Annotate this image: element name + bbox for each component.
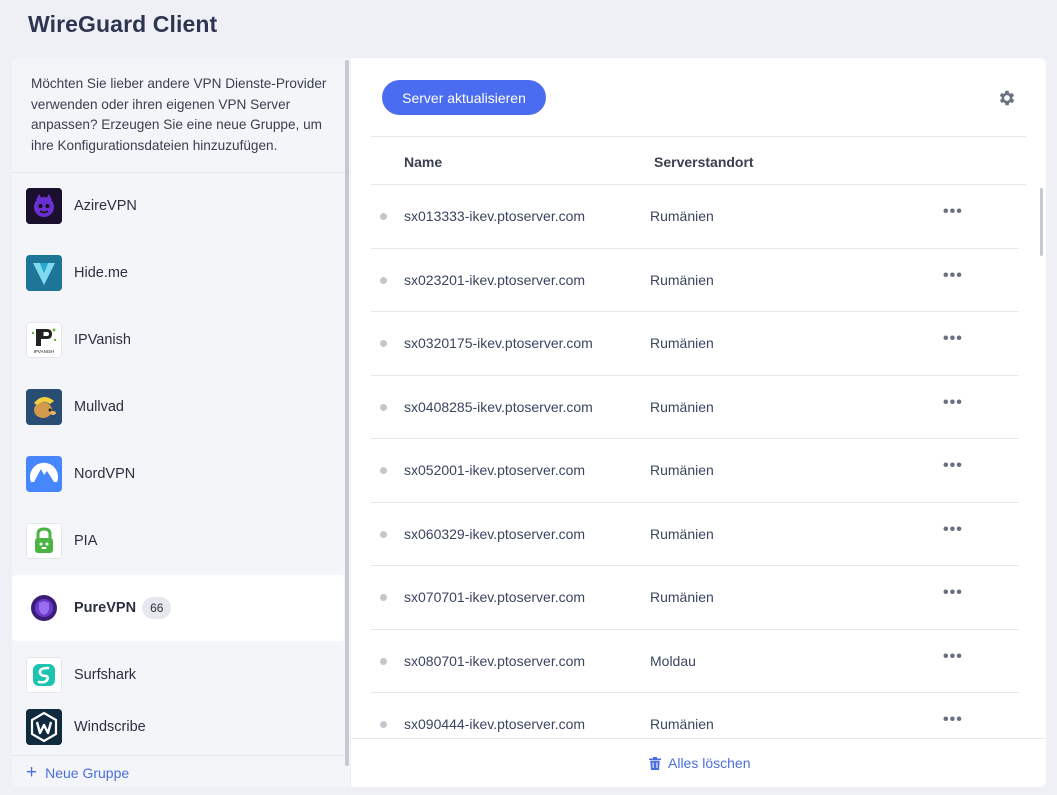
provider-item-azirevpn[interactable]: AzireVPN <box>12 173 344 239</box>
server-hostname: sx0320175-ikev.ptoserver.com <box>404 335 593 351</box>
windscribe-logo-icon <box>26 709 62 745</box>
column-header-location: Serverstandort <box>654 154 754 170</box>
sidebar-footer: + Neue Gruppe <box>12 755 344 787</box>
status-dot-icon <box>380 721 387 728</box>
table-row[interactable]: sx0320175-ikev.ptoserver.com Rumänien ••… <box>371 312 1019 376</box>
server-location: Moldau <box>650 652 696 669</box>
server-location: Rumänien <box>650 398 714 415</box>
server-count-badge: 66 <box>142 597 172 619</box>
main-footer: Alles löschen <box>351 738 1046 787</box>
trash-icon <box>649 756 661 770</box>
server-hostname: sx0408285-ikev.ptoserver.com <box>404 398 593 415</box>
server-hostname: sx060329-ikev.ptoserver.com <box>404 525 586 542</box>
provider-name: NordVPN <box>74 466 136 482</box>
status-dot-icon <box>380 276 387 284</box>
clear-all-label: Alles löschen <box>668 755 751 771</box>
table-row[interactable]: sx0408285-ikev.ptoserver.com Rumänien ••… <box>371 376 1019 439</box>
plus-icon: + <box>26 762 38 783</box>
more-options-icon[interactable]: ••• <box>943 648 963 666</box>
server-hostname: sx080701-ikev.ptoserver.com <box>404 652 586 669</box>
ipvanish-logo-icon: IPVANISH <box>26 322 62 358</box>
provider-item-ipvanish[interactable]: IPVANISH IPVanish <box>12 307 344 373</box>
table-row[interactable]: sx090444-ikev.ptoserver.com Rumänien ••• <box>371 693 1019 738</box>
surfshark-logo-icon <box>26 657 62 693</box>
server-table-header: Name Serverstandort <box>371 136 1026 185</box>
table-row[interactable]: sx080701-ikev.ptoserver.com Moldau ••• <box>371 630 1019 693</box>
provider-name: PIA <box>74 533 98 549</box>
status-dot-icon <box>380 657 387 665</box>
provider-item-hideme[interactable]: Hide.me <box>12 240 344 306</box>
provider-name: AzireVPN <box>74 198 137 214</box>
server-hostname: sx013333-ikev.ptoserver.com <box>404 208 586 224</box>
more-options-icon[interactable]: ••• <box>943 521 963 539</box>
more-options-icon[interactable]: ••• <box>943 330 963 348</box>
table-row[interactable]: sx070701-ikev.ptoserver.com Rumänien ••• <box>371 566 1019 630</box>
more-options-icon[interactable]: ••• <box>943 203 963 221</box>
table-row[interactable]: sx023201-ikev.ptoserver.com Rumänien ••• <box>371 249 1019 312</box>
column-header-name: Name <box>404 154 443 170</box>
ipvanish-logo-text: IPVANISH <box>34 349 55 354</box>
status-dot-icon <box>380 340 387 347</box>
sidebar: Möchten Sie lieber andere VPN Dienste-Pr… <box>12 58 350 787</box>
provider-name: Surfshark <box>74 667 137 683</box>
sidebar-intro-text: Möchten Sie lieber andere VPN Dienste-Pr… <box>12 58 350 173</box>
server-hostname: sx070701-ikev.ptoserver.com <box>404 589 586 605</box>
table-row[interactable]: sx013333-ikev.ptoserver.com Rumänien ••• <box>371 185 1019 249</box>
provider-name: Hide.me <box>74 265 128 281</box>
app-title: WireGuard Client <box>28 11 218 37</box>
nordvpn-logo-icon <box>26 456 62 492</box>
provider-item-windscribe[interactable]: Windscribe <box>12 696 344 758</box>
mullvad-logo-icon <box>26 389 62 425</box>
new-group-button[interactable]: + Neue Gruppe <box>26 762 130 783</box>
server-location: Rumänien <box>650 716 714 732</box>
provider-item-pia[interactable]: PIA <box>12 508 344 574</box>
hideme-logo-icon <box>26 255 62 291</box>
table-row[interactable]: sx060329-ikev.ptoserver.com Rumänien ••• <box>371 503 1019 566</box>
status-dot-icon <box>380 403 387 411</box>
purevpn-logo-icon <box>26 590 62 626</box>
sidebar-scrollbar[interactable] <box>345 60 349 766</box>
main-panel: Server aktualisieren Name Serverstandort… <box>351 58 1046 787</box>
pia-logo-icon <box>26 523 62 559</box>
server-list: sx013333-ikev.ptoserver.com Rumänien •••… <box>371 185 1019 738</box>
status-dot-icon <box>380 213 387 220</box>
provider-item-mullvad[interactable]: Mullvad <box>12 374 344 440</box>
clear-all-button[interactable]: Alles löschen <box>649 755 751 771</box>
server-hostname: sx090444-ikev.ptoserver.com <box>404 716 586 732</box>
more-options-icon[interactable]: ••• <box>943 711 963 729</box>
server-location: Rumänien <box>650 271 714 288</box>
more-options-icon[interactable]: ••• <box>943 267 963 285</box>
provider-name: Windscribe <box>74 719 146 735</box>
provider-name: Mullvad <box>74 399 124 415</box>
azirevpn-logo-icon <box>26 188 62 224</box>
server-hostname: sx023201-ikev.ptoserver.com <box>404 271 586 288</box>
gear-icon[interactable] <box>997 88 1017 108</box>
server-location: Rumänien <box>650 335 714 351</box>
provider-name: IPVanish <box>74 332 131 348</box>
status-dot-icon <box>380 594 387 601</box>
provider-item-nordvpn[interactable]: NordVPN <box>12 441 344 507</box>
server-location: Rumänien <box>650 525 714 542</box>
server-hostname: sx052001-ikev.ptoserver.com <box>404 462 586 478</box>
table-row[interactable]: sx052001-ikev.ptoserver.com Rumänien ••• <box>371 439 1019 503</box>
provider-item-purevpn[interactable]: PureVPN 66 <box>12 575 344 641</box>
server-location: Rumänien <box>650 589 714 605</box>
more-options-icon[interactable]: ••• <box>943 457 963 475</box>
status-dot-icon <box>380 530 387 538</box>
more-options-icon[interactable]: ••• <box>943 584 963 602</box>
new-group-label: Neue Gruppe <box>45 765 130 781</box>
status-dot-icon <box>380 467 387 474</box>
provider-name: PureVPN <box>74 600 137 616</box>
server-list-scrollbar[interactable] <box>1040 188 1043 256</box>
server-location: Rumänien <box>650 462 714 478</box>
server-location: Rumänien <box>650 208 714 224</box>
refresh-servers-button[interactable]: Server aktualisieren <box>382 80 546 115</box>
more-options-icon[interactable]: ••• <box>943 394 963 412</box>
